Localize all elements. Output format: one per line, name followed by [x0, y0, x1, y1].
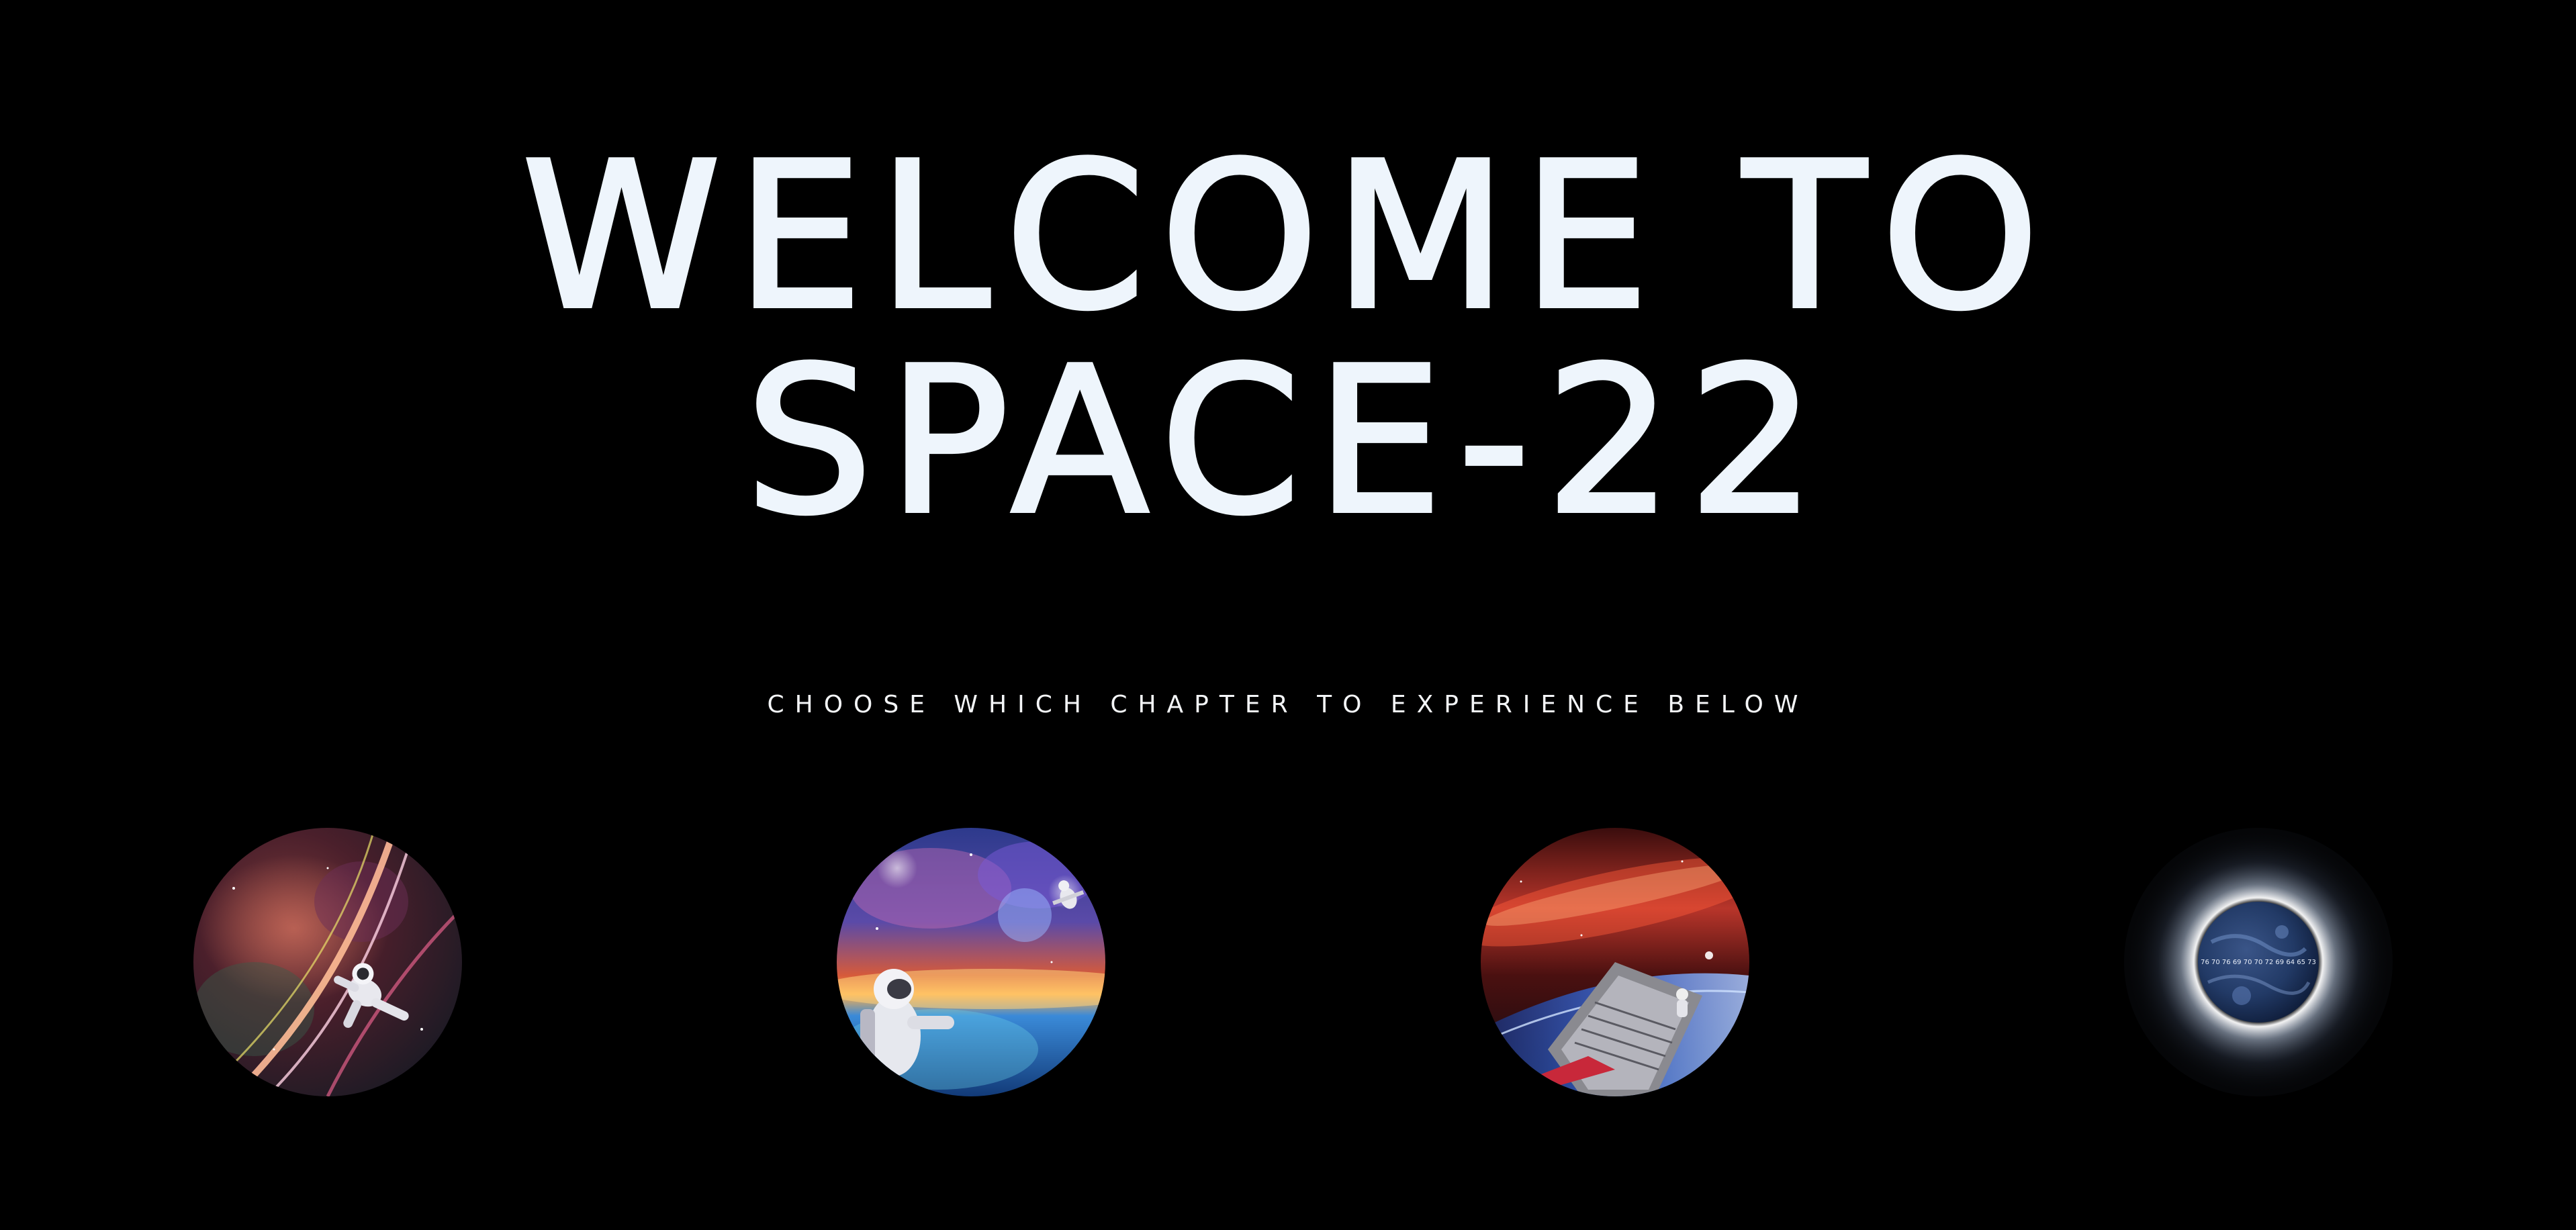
title-line-2: SPACE-22 [743, 324, 1831, 559]
chapter-1-image [193, 828, 462, 1096]
title-line-1: WELCOME TO [520, 120, 2055, 354]
chapter-1-button[interactable] [193, 828, 462, 1096]
planet-text: 76 70 76 69 70 70 72 69 64 65 73 [2201, 959, 2316, 966]
page-title: WELCOME TO SPACE-22 [0, 120, 2576, 559]
chapter-2-button[interactable] [837, 828, 1105, 1096]
chapter-4-image: 76 70 76 69 70 70 72 69 64 65 73 [2124, 828, 2393, 1096]
chapter-3-image [1481, 828, 1749, 1096]
chapter-4-button[interactable]: 76 70 76 69 70 70 72 69 64 65 73 [2124, 828, 2393, 1096]
chapter-3-button[interactable] [1481, 828, 1749, 1096]
chapter-2-image [837, 828, 1105, 1096]
chapter-prompt: CHOOSE WHICH CHAPTER TO EXPERIENCE BELOW [767, 691, 1809, 718]
